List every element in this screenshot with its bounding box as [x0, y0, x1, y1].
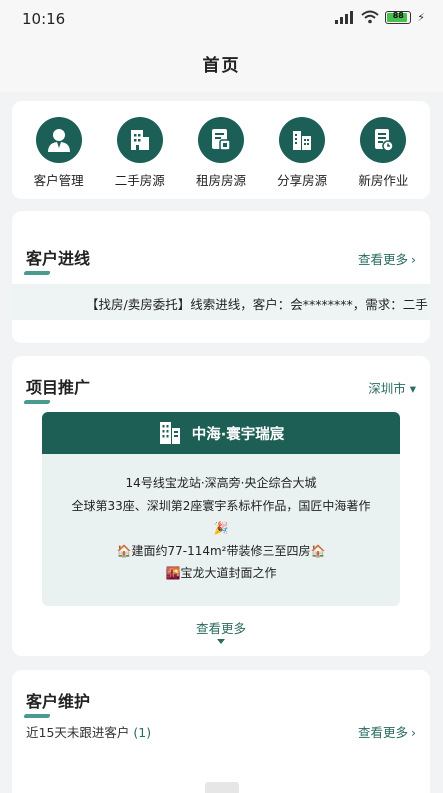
city-select[interactable]: 深圳市 ▾: [368, 378, 416, 397]
building-icon: [159, 422, 180, 444]
chevron-right-icon: ›: [411, 725, 416, 740]
maintenance-header: 客户维护: [23, 688, 416, 718]
quick-item-second-hand[interactable]: 二手房源: [101, 117, 179, 189]
project-line: 全球第33座、深圳第2座寰宇系标杆作品，国匠中海著作: [71, 498, 371, 513]
project-name: 中海·寰宇瑞宸: [191, 426, 285, 443]
project-line: 🌇宝龙大道封面之作: [165, 566, 277, 580]
user-icon: [35, 117, 82, 163]
project-description: 14号线宝龙站·深高旁·央企综合大城 全球第33座、深圳第2座寰宇系标杆作品，国…: [42, 454, 400, 585]
project-line: 🏠建面约77-114m²带装修三至四房🏠: [116, 543, 326, 558]
leads-ticker-text: 【找房/卖房委托】线索进线，客户：会********，需求：二手: [86, 297, 428, 312]
leads-title: 客户进线: [23, 245, 90, 275]
maintenance-count: (1): [133, 725, 152, 740]
leads-ticker[interactable]: 【找房/卖房委托】线索进线，客户：会********，需求：二手: [12, 284, 430, 320]
maintenance-title: 客户维护: [23, 688, 90, 718]
quick-item-label: 租房房源: [195, 173, 246, 188]
project-title: 项目推广: [23, 374, 90, 404]
quick-item-new-house[interactable]: 新房作业: [344, 117, 422, 189]
quick-item-customer-management[interactable]: 客户管理: [20, 117, 98, 189]
wifi-icon: [361, 10, 379, 24]
battery-level: 88: [392, 10, 404, 20]
leads-more-link[interactable]: 查看更多 ›: [358, 249, 416, 268]
nav-bar: 首页: [0, 40, 443, 92]
quick-item-label: 客户管理: [33, 173, 84, 188]
project-banner[interactable]: 中海·寰宇瑞宸 14号线宝龙站·深高旁·央企综合大城 全球第33座、深圳第2座寰…: [42, 412, 400, 606]
building-icon: [116, 117, 163, 163]
project-banner-header: 中海·寰宇瑞宸: [42, 412, 400, 454]
battery-icon: 88: [385, 10, 412, 24]
task-doc-icon: [360, 117, 407, 163]
quick-item-rental[interactable]: 租房房源: [182, 117, 260, 189]
maintenance-subheader: 近15天未跟进客户 (1) 查看更多 ›: [26, 722, 416, 741]
empty-state-icon: [205, 782, 239, 793]
project-line: 🎉: [213, 521, 229, 535]
maintenance-card: 客户维护 近15天未跟进客户 (1) 查看更多 ›: [12, 670, 430, 793]
project-line: 14号线宝龙站·深高旁·央企综合大城: [125, 476, 317, 490]
status-bar: 10:16 88 ⚡: [0, 0, 443, 40]
page-title: 首页: [202, 56, 241, 76]
caret-down-icon: ▾: [409, 380, 416, 396]
triangle-down-icon: [217, 639, 225, 644]
chevron-right-icon: ›: [411, 251, 416, 267]
quick-item-label: 分享房源: [277, 173, 328, 188]
leads-card: 客户进线 查看更多 › 【找房/卖房委托】线索进线，客户：会********，需求…: [12, 211, 430, 343]
share-building-icon: [279, 117, 326, 163]
charging-icon: ⚡: [417, 10, 425, 24]
status-time: 10:16: [22, 10, 66, 28]
maintenance-subtitle: 近15天未跟进客户 (1): [26, 725, 152, 740]
quick-item-label: 二手房源: [114, 173, 165, 188]
quick-actions-card: 客户管理 二手房源 租房房源 分享房源 新房作业: [12, 101, 430, 199]
maintenance-more-link[interactable]: 查看更多 ›: [358, 722, 416, 741]
signal-icon: [335, 10, 355, 24]
leads-header: 客户进线 查看更多 ›: [23, 245, 416, 275]
rent-doc-icon: [197, 117, 244, 163]
project-more-button[interactable]: 查看更多: [12, 618, 430, 644]
project-card: 项目推广 深圳市 ▾ 中海·寰宇瑞宸 14号线宝龙站·深高旁·央企综合大城 全球…: [12, 356, 430, 656]
quick-item-label: 新房作业: [358, 173, 409, 188]
project-header: 项目推广 深圳市 ▾: [23, 374, 416, 404]
status-icons: 88 ⚡: [335, 10, 425, 24]
quick-item-share[interactable]: 分享房源: [263, 117, 341, 189]
quick-actions: 客户管理 二手房源 租房房源 分享房源 新房作业: [12, 101, 430, 189]
